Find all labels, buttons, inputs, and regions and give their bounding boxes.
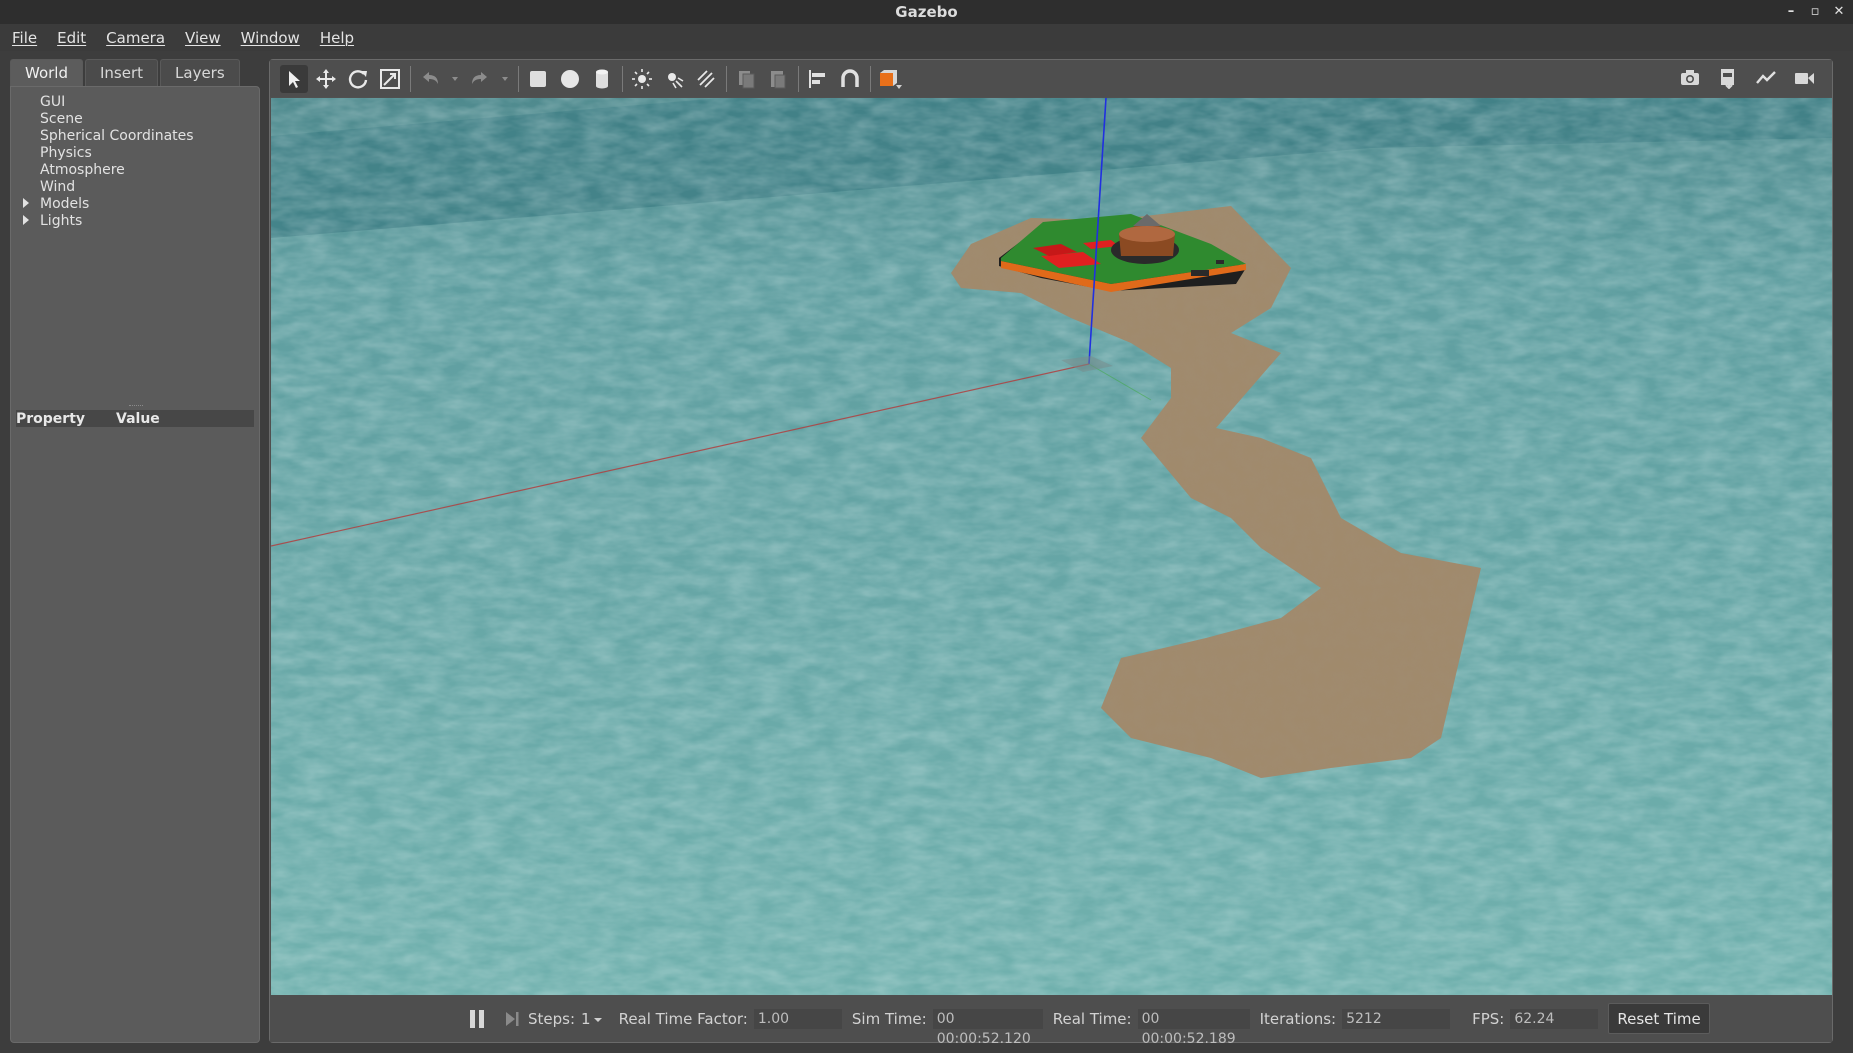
redo-history-chevron-down-icon[interactable] [498, 65, 512, 93]
tree-item-label: Wind [40, 178, 76, 195]
tree-item-scene[interactable]: Scene [23, 110, 194, 127]
scale-icon[interactable] [376, 65, 404, 93]
iterations-label: Iterations: [1259, 1009, 1337, 1028]
pause-icon[interactable] [470, 1009, 486, 1028]
toolbar-separator [410, 65, 411, 92]
title-bar: Gazebo – ▫ ✕ [0, 0, 1853, 24]
menu-camera[interactable]: Camera [106, 29, 165, 47]
toolbar-right-group [1676, 64, 1822, 92]
tab-world[interactable]: World [10, 59, 83, 86]
tab-layers[interactable]: Layers [160, 59, 240, 86]
toolbar-separator [870, 65, 871, 92]
gazebo-app: Gazebo – ▫ ✕ File Edit Camera View Windo… [0, 0, 1853, 1053]
fps-label: FPS: [1472, 1009, 1505, 1028]
sim-time-field: 00 00:00:52.120 [932, 1008, 1043, 1047]
left-panel: World Insert Layers GUI Scene Spherical … [10, 59, 260, 1043]
paste-icon[interactable] [764, 65, 792, 93]
panel-splitter-handle[interactable] [129, 405, 143, 407]
property-table-header: Property Value [16, 410, 254, 427]
real-time-factor-label: Real Time Factor: [618, 1009, 748, 1028]
snap-icon[interactable] [836, 65, 864, 93]
steps-chevron-down-icon[interactable] [593, 1010, 603, 1028]
minimize-icon[interactable]: – [1785, 0, 1797, 24]
align-icon[interactable] [804, 65, 832, 93]
3d-viewport[interactable] [271, 98, 1832, 995]
world-panel: GUI Scene Spherical Coordinates Physics … [10, 86, 260, 1043]
tree-item-label: GUI [40, 93, 66, 110]
undo-icon[interactable] [416, 65, 444, 93]
left-panel-tabs: World Insert Layers [10, 59, 242, 86]
menu-window[interactable]: Window [241, 29, 300, 47]
steps-label: Steps: [528, 1009, 576, 1028]
bottom-status-bar: Steps: 1 Real Time Factor: 1.00 Sim Time… [270, 995, 1832, 1047]
tree-item-gui[interactable]: GUI [23, 93, 194, 110]
redo-icon[interactable] [466, 65, 494, 93]
cylinder-icon[interactable] [588, 65, 616, 93]
translate-icon[interactable] [312, 65, 340, 93]
directional-light-icon[interactable] [692, 65, 720, 93]
fps-field: 62.24 [1510, 1008, 1599, 1029]
tree-item-lights[interactable]: Lights [23, 212, 194, 229]
plot-icon[interactable] [1752, 64, 1780, 92]
sphere-icon[interactable] [556, 65, 584, 93]
window-title: Gazebo [895, 3, 958, 21]
tree-item-models[interactable]: Models [23, 195, 194, 212]
window-controls: – ▫ ✕ [1785, 0, 1845, 24]
tree-item-label: Scene [40, 110, 83, 127]
video-record-icon[interactable] [1790, 64, 1818, 92]
tree-item-wind[interactable]: Wind [23, 178, 194, 195]
rotate-icon[interactable] [344, 65, 372, 93]
property-column-header: Property [16, 410, 86, 427]
tree-item-spherical-coordinates[interactable]: Spherical Coordinates [23, 127, 194, 144]
tree-item-atmosphere[interactable]: Atmosphere [23, 161, 194, 178]
close-icon[interactable]: ✕ [1833, 0, 1845, 24]
tree-item-label: Models [40, 195, 90, 212]
world-tree: GUI Scene Spherical Coordinates Physics … [23, 93, 194, 229]
tree-item-physics[interactable]: Physics [23, 144, 194, 161]
expand-arrow-icon[interactable] [23, 198, 29, 208]
screenshot-icon[interactable] [1676, 64, 1704, 92]
undo-history-chevron-down-icon[interactable] [448, 65, 462, 93]
tree-item-label: Atmosphere [40, 161, 125, 178]
menu-bar: File Edit Camera View Window Help [0, 24, 1853, 51]
real-time-factor-field: 1.00 [753, 1008, 842, 1029]
tab-insert[interactable]: Insert [85, 59, 159, 86]
copy-icon[interactable] [732, 65, 760, 93]
maximize-icon[interactable]: ▫ [1809, 0, 1821, 24]
steps-value[interactable]: 1 [581, 1010, 591, 1028]
step-forward-icon[interactable] [504, 1010, 520, 1028]
expand-arrow-icon[interactable] [23, 215, 29, 225]
sim-time-label: Sim Time: [851, 1009, 927, 1028]
real-time-label: Real Time: [1052, 1009, 1132, 1028]
toolbar-separator [726, 65, 727, 92]
spot-light-icon[interactable] [660, 65, 688, 93]
top-toolbar [270, 60, 1832, 97]
render-panel: Steps: 1 Real Time Factor: 1.00 Sim Time… [269, 59, 1833, 1047]
point-light-icon[interactable] [628, 65, 656, 93]
menu-edit[interactable]: Edit [57, 29, 86, 47]
box-icon[interactable] [524, 65, 552, 93]
menu-file[interactable]: File [12, 29, 37, 47]
view-angle-icon[interactable] [876, 65, 904, 93]
tree-item-label: Lights [40, 212, 83, 229]
toolbar-separator [622, 65, 623, 92]
menu-help[interactable]: Help [320, 29, 354, 47]
tree-item-label: Physics [40, 144, 92, 161]
real-time-field: 00 00:00:52.189 [1137, 1008, 1250, 1047]
reset-time-button[interactable]: Reset Time [1608, 1003, 1710, 1034]
select-arrow-icon[interactable] [280, 64, 308, 93]
toolbar-separator [518, 65, 519, 92]
menu-view[interactable]: View [185, 29, 221, 47]
log-icon[interactable] [1714, 64, 1742, 92]
scene-render [271, 98, 1832, 995]
iterations-field: 5212 [1342, 1008, 1451, 1029]
value-column-header: Value [116, 410, 160, 427]
tree-item-label: Spherical Coordinates [40, 127, 194, 144]
toolbar-separator [798, 65, 799, 92]
